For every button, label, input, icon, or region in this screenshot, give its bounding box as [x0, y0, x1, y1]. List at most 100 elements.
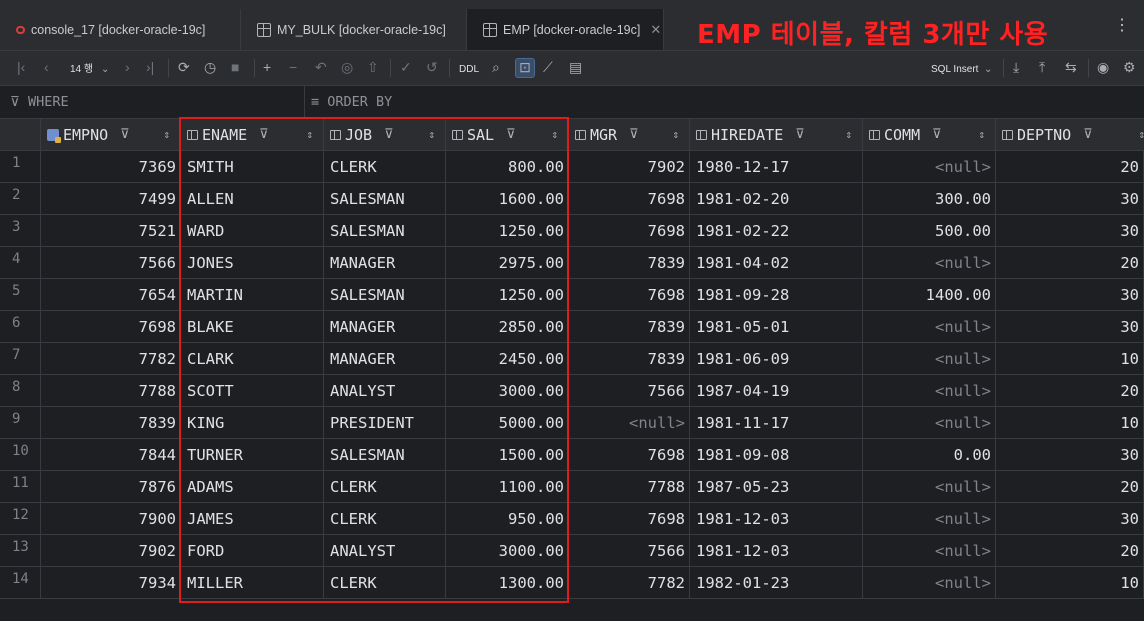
- add-row-icon[interactable]: +: [263, 59, 271, 75]
- cell-job[interactable]: SALESMAN: [324, 279, 446, 310]
- grid-settings-icon[interactable]: ▤: [569, 59, 582, 75]
- cell-hiredate[interactable]: 1987-05-23: [690, 471, 863, 502]
- sort-icon[interactable]: ⇕: [978, 128, 985, 141]
- cell-deptno[interactable]: 20: [996, 471, 1144, 502]
- cell-ename[interactable]: JAMES: [181, 503, 324, 534]
- filter-icon[interactable]: ⊽: [259, 127, 269, 142]
- sql-query-icon[interactable]: ⊡: [515, 58, 535, 78]
- cell-mgr[interactable]: 7902: [569, 151, 690, 182]
- cell-hiredate[interactable]: 1981-12-03: [690, 535, 863, 566]
- cell-empno[interactable]: 7788: [41, 375, 181, 406]
- last-page-icon[interactable]: ›|: [146, 59, 154, 75]
- cell-mgr[interactable]: 7839: [569, 311, 690, 342]
- table-row[interactable]: 1 7369 SMITH CLERK 800.00 7902 1980-12-17 <null…: [0, 151, 1144, 183]
- cell-empno[interactable]: 7839: [41, 407, 181, 438]
- cell-hiredate[interactable]: 1981-11-17: [690, 407, 863, 438]
- cell-empno[interactable]: 7566: [41, 247, 181, 278]
- cell-job[interactable]: SALESMAN: [324, 439, 446, 470]
- revert-icon[interactable]: ↶: [315, 59, 327, 75]
- cell-mgr[interactable]: <null>: [569, 407, 690, 438]
- cell-hiredate[interactable]: 1981-09-08: [690, 439, 863, 470]
- cell-deptno[interactable]: 10: [996, 567, 1144, 598]
- cell-deptno[interactable]: 30: [996, 311, 1144, 342]
- cell-mgr[interactable]: 7566: [569, 535, 690, 566]
- cell-hiredate[interactable]: 1980-12-17: [690, 151, 863, 182]
- filter-icon[interactable]: ⊽: [795, 127, 805, 142]
- cell-ename[interactable]: JONES: [181, 247, 324, 278]
- sql-insert-dropdown[interactable]: SQL Insert: [931, 62, 978, 78]
- cell-mgr[interactable]: 7698: [569, 279, 690, 310]
- table-row[interactable]: 3 7521 WARD SALESMAN 1250.00 7698 1981-02-22 50…: [0, 215, 1144, 247]
- cell-sal[interactable]: 1250.00: [446, 279, 569, 310]
- cell-empno[interactable]: 7698: [41, 311, 181, 342]
- cell-job[interactable]: ANALYST: [324, 375, 446, 406]
- cell-ename[interactable]: MILLER: [181, 567, 324, 598]
- table-row[interactable]: 2 7499 ALLEN SALESMAN 1600.00 7698 1981-02-20 3…: [0, 183, 1144, 215]
- cell-comm[interactable]: <null>: [863, 471, 996, 502]
- stop-icon[interactable]: ■: [231, 59, 239, 75]
- sort-icon[interactable]: ⇕: [306, 128, 313, 141]
- cell-empno[interactable]: 7654: [41, 279, 181, 310]
- cell-job[interactable]: ANALYST: [324, 535, 446, 566]
- cell-deptno[interactable]: 30: [996, 279, 1144, 310]
- filter-icon[interactable]: ⊽: [120, 127, 130, 142]
- cell-mgr[interactable]: 7782: [569, 567, 690, 598]
- cell-empno[interactable]: 7934: [41, 567, 181, 598]
- cell-empno[interactable]: 7900: [41, 503, 181, 534]
- sort-icon[interactable]: ⇕: [845, 128, 852, 141]
- column-header-hiredate[interactable]: HIREDATE ⊽ ⇕: [690, 119, 863, 151]
- cell-empno[interactable]: 7782: [41, 343, 181, 374]
- search-icon[interactable]: ⌕: [492, 59, 500, 75]
- tab-console[interactable]: console_17 [docker-oracle-19c]: [0, 9, 241, 50]
- cell-deptno[interactable]: 30: [996, 183, 1144, 214]
- refresh-icon[interactable]: ⟳: [178, 59, 190, 75]
- cell-ename[interactable]: MARTIN: [181, 279, 324, 310]
- cell-empno[interactable]: 7876: [41, 471, 181, 502]
- chevron-down-icon[interactable]: ⌄: [984, 62, 992, 78]
- cell-comm[interactable]: <null>: [863, 375, 996, 406]
- cell-mgr[interactable]: 7566: [569, 375, 690, 406]
- page-size-selector[interactable]: 14 행: [70, 62, 93, 78]
- cell-job[interactable]: MANAGER: [324, 343, 446, 374]
- cell-hiredate[interactable]: 1981-12-03: [690, 503, 863, 534]
- gear-icon[interactable]: ⚙: [1123, 59, 1136, 75]
- cell-hiredate[interactable]: 1981-09-28: [690, 279, 863, 310]
- cell-comm[interactable]: <null>: [863, 535, 996, 566]
- cell-hiredate[interactable]: 1981-06-09: [690, 343, 863, 374]
- cell-sal[interactable]: 800.00: [446, 151, 569, 182]
- filter-icon[interactable]: ⊽: [932, 127, 942, 142]
- chart-icon[interactable]: ⟋: [543, 59, 553, 75]
- cell-ename[interactable]: SCOTT: [181, 375, 324, 406]
- cell-sal[interactable]: 2450.00: [446, 343, 569, 374]
- cell-sal[interactable]: 1600.00: [446, 183, 569, 214]
- cell-ename[interactable]: SMITH: [181, 151, 324, 182]
- filter-icon[interactable]: ⊽: [506, 127, 516, 142]
- cell-mgr[interactable]: 7839: [569, 247, 690, 278]
- cell-sal[interactable]: 2850.00: [446, 311, 569, 342]
- cell-empno[interactable]: 7844: [41, 439, 181, 470]
- chevron-down-icon[interactable]: ⌄: [101, 62, 109, 78]
- prev-page-icon[interactable]: ‹: [44, 59, 49, 75]
- table-row[interactable]: 8 7788 SCOTT ANALYST 3000.00 7566 1987-04-19 <n…: [0, 375, 1144, 407]
- cell-comm[interactable]: <null>: [863, 567, 996, 598]
- cell-sal[interactable]: 1500.00: [446, 439, 569, 470]
- cell-hiredate[interactable]: 1981-04-02: [690, 247, 863, 278]
- commit-icon[interactable]: ✓: [400, 59, 412, 75]
- cell-sal[interactable]: 1300.00: [446, 567, 569, 598]
- cell-deptno[interactable]: 20: [996, 535, 1144, 566]
- next-page-icon[interactable]: ›: [125, 59, 130, 75]
- cell-deptno[interactable]: 10: [996, 407, 1144, 438]
- cell-hiredate[interactable]: 1981-05-01: [690, 311, 863, 342]
- cell-sal[interactable]: 950.00: [446, 503, 569, 534]
- cell-empno[interactable]: 7521: [41, 215, 181, 246]
- cell-mgr[interactable]: 7788: [569, 471, 690, 502]
- cell-hiredate[interactable]: 1987-04-19: [690, 375, 863, 406]
- cell-job[interactable]: CLERK: [324, 567, 446, 598]
- cell-sal[interactable]: 1250.00: [446, 215, 569, 246]
- cell-deptno[interactable]: 10: [996, 343, 1144, 374]
- upload-icon[interactable]: ⤒: [1039, 59, 1045, 75]
- cell-mgr[interactable]: 7698: [569, 439, 690, 470]
- view-icon[interactable]: ◎: [341, 59, 353, 75]
- cell-job[interactable]: CLERK: [324, 471, 446, 502]
- cell-comm[interactable]: <null>: [863, 311, 996, 342]
